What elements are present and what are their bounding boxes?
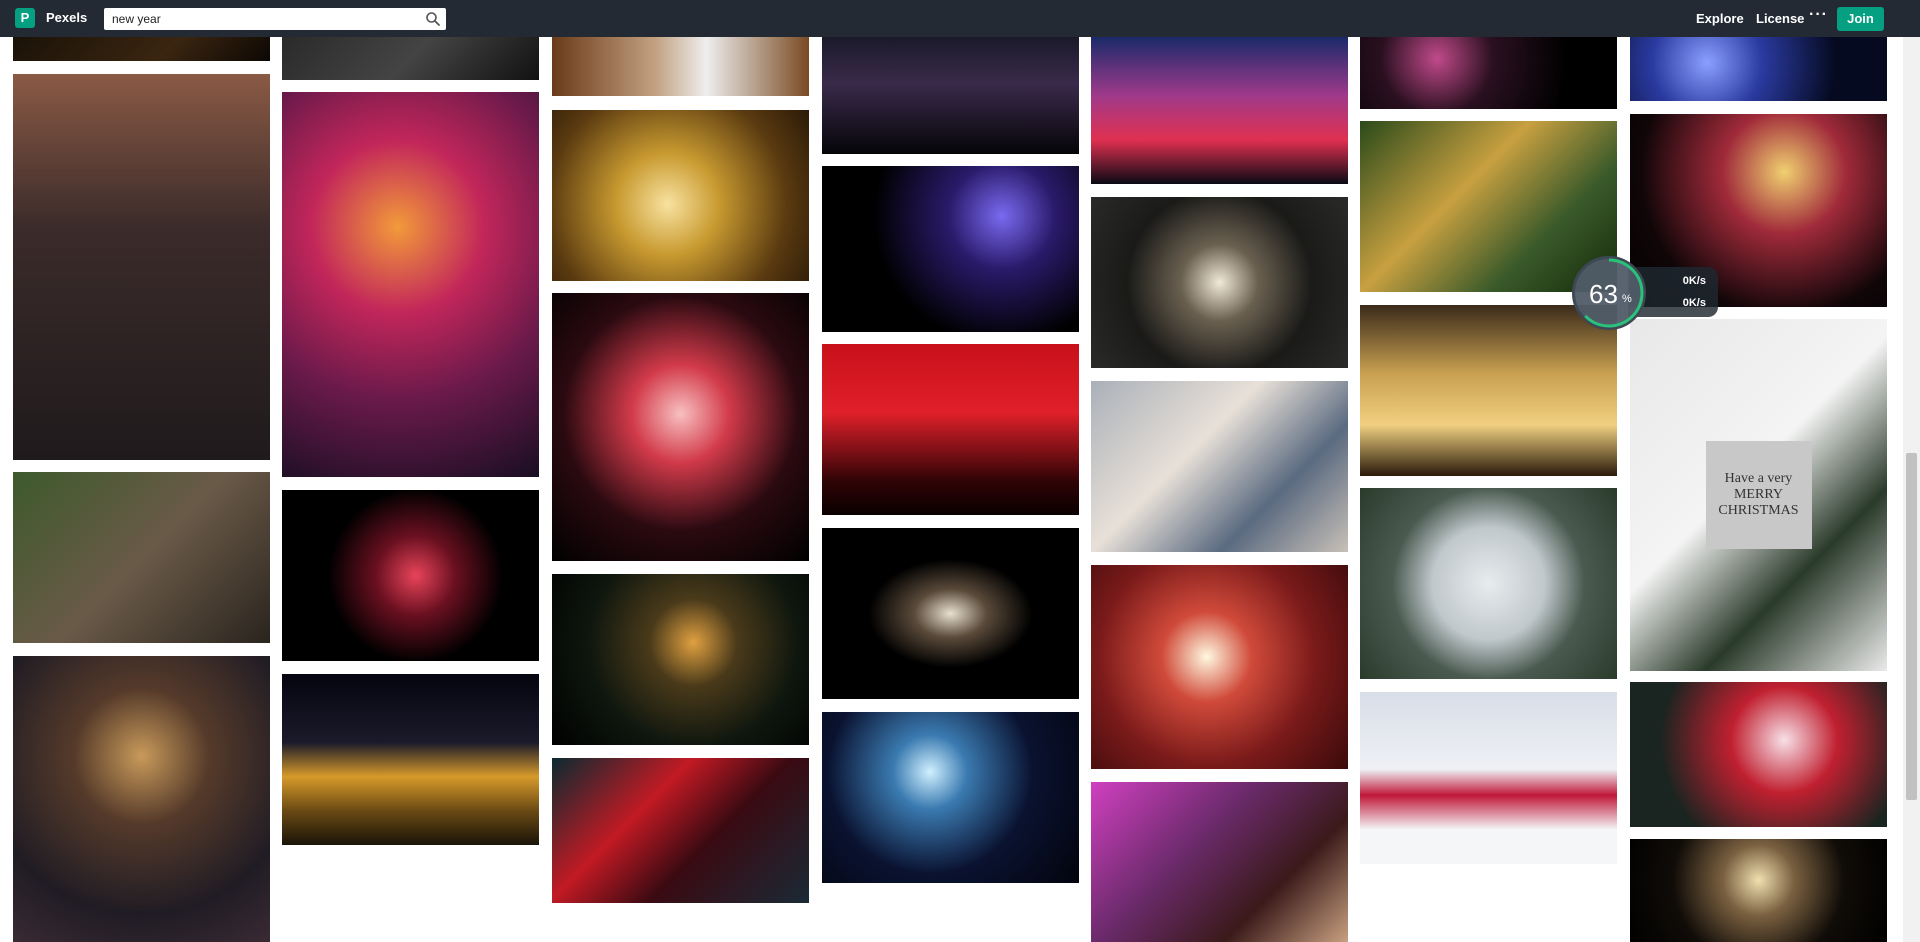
search-box	[104, 8, 446, 30]
photo-card[interactable]	[1091, 782, 1348, 942]
more-menu-icon[interactable]: ···	[1809, 6, 1828, 24]
photo-card[interactable]	[1091, 197, 1348, 368]
photo-card[interactable]	[552, 110, 809, 281]
photo-card[interactable]	[1091, 565, 1348, 769]
photo-card[interactable]	[822, 528, 1079, 699]
network-speed-widget[interactable]: ▲ 0K/s ▼ 0K/s 63 %	[1572, 256, 1722, 330]
photo-card[interactable]	[13, 74, 270, 460]
usage-gauge: 63 %	[1572, 256, 1646, 330]
photo-card[interactable]	[552, 293, 809, 561]
photo-card[interactable]	[1091, 37, 1348, 184]
download-row: ▼ 0K/s	[1636, 295, 1716, 313]
top-navigation-bar: P Pexels Explore License ··· Join	[0, 0, 1920, 37]
usage-percent: 63	[1589, 279, 1618, 309]
photo-card[interactable]	[1360, 692, 1617, 864]
search-input[interactable]	[104, 8, 412, 30]
photo-card[interactable]	[282, 674, 539, 845]
photo-card[interactable]	[1360, 488, 1617, 679]
photo-card[interactable]	[822, 344, 1079, 515]
photo-card[interactable]	[13, 472, 270, 643]
photo-card[interactable]	[1630, 682, 1887, 827]
nav-license-link[interactable]: License	[1756, 11, 1804, 26]
photo-card[interactable]: Have a very MERRY CHRISTMAS	[1630, 319, 1887, 671]
pexels-logo-icon[interactable]: P	[15, 8, 35, 28]
photo-card[interactable]	[822, 712, 1079, 883]
photo-card[interactable]	[1630, 37, 1887, 101]
download-speed: 0K/s	[1682, 297, 1706, 309]
photo-card[interactable]	[282, 92, 539, 477]
scrollbar-thumb[interactable]	[1906, 453, 1917, 800]
upload-row: ▲ 0K/s	[1636, 273, 1716, 291]
photo-card[interactable]	[1360, 37, 1617, 109]
page-scrollbar[interactable]	[1903, 37, 1920, 942]
join-button[interactable]: Join	[1837, 7, 1884, 31]
upload-speed: 0K/s	[1682, 275, 1706, 287]
photo-card[interactable]	[13, 656, 270, 942]
photo-card[interactable]	[282, 37, 539, 80]
photo-card[interactable]	[552, 758, 809, 903]
photo-card[interactable]	[1360, 305, 1617, 476]
nav-explore-link[interactable]: Explore	[1696, 11, 1744, 26]
photo-card[interactable]	[552, 37, 809, 96]
photo-card[interactable]	[282, 490, 539, 661]
photo-card[interactable]	[552, 574, 809, 745]
photo-card[interactable]	[13, 37, 270, 61]
search-icon[interactable]	[424, 10, 442, 28]
usage-percent-sign: %	[1622, 293, 1632, 305]
photo-card[interactable]	[822, 37, 1079, 154]
brand-name[interactable]: Pexels	[46, 10, 87, 25]
photo-card[interactable]	[1630, 839, 1887, 942]
photo-card[interactable]	[1091, 381, 1348, 552]
photo-caption: Have a very MERRY CHRISTMAS	[1705, 441, 1812, 549]
photo-card[interactable]	[822, 166, 1079, 332]
